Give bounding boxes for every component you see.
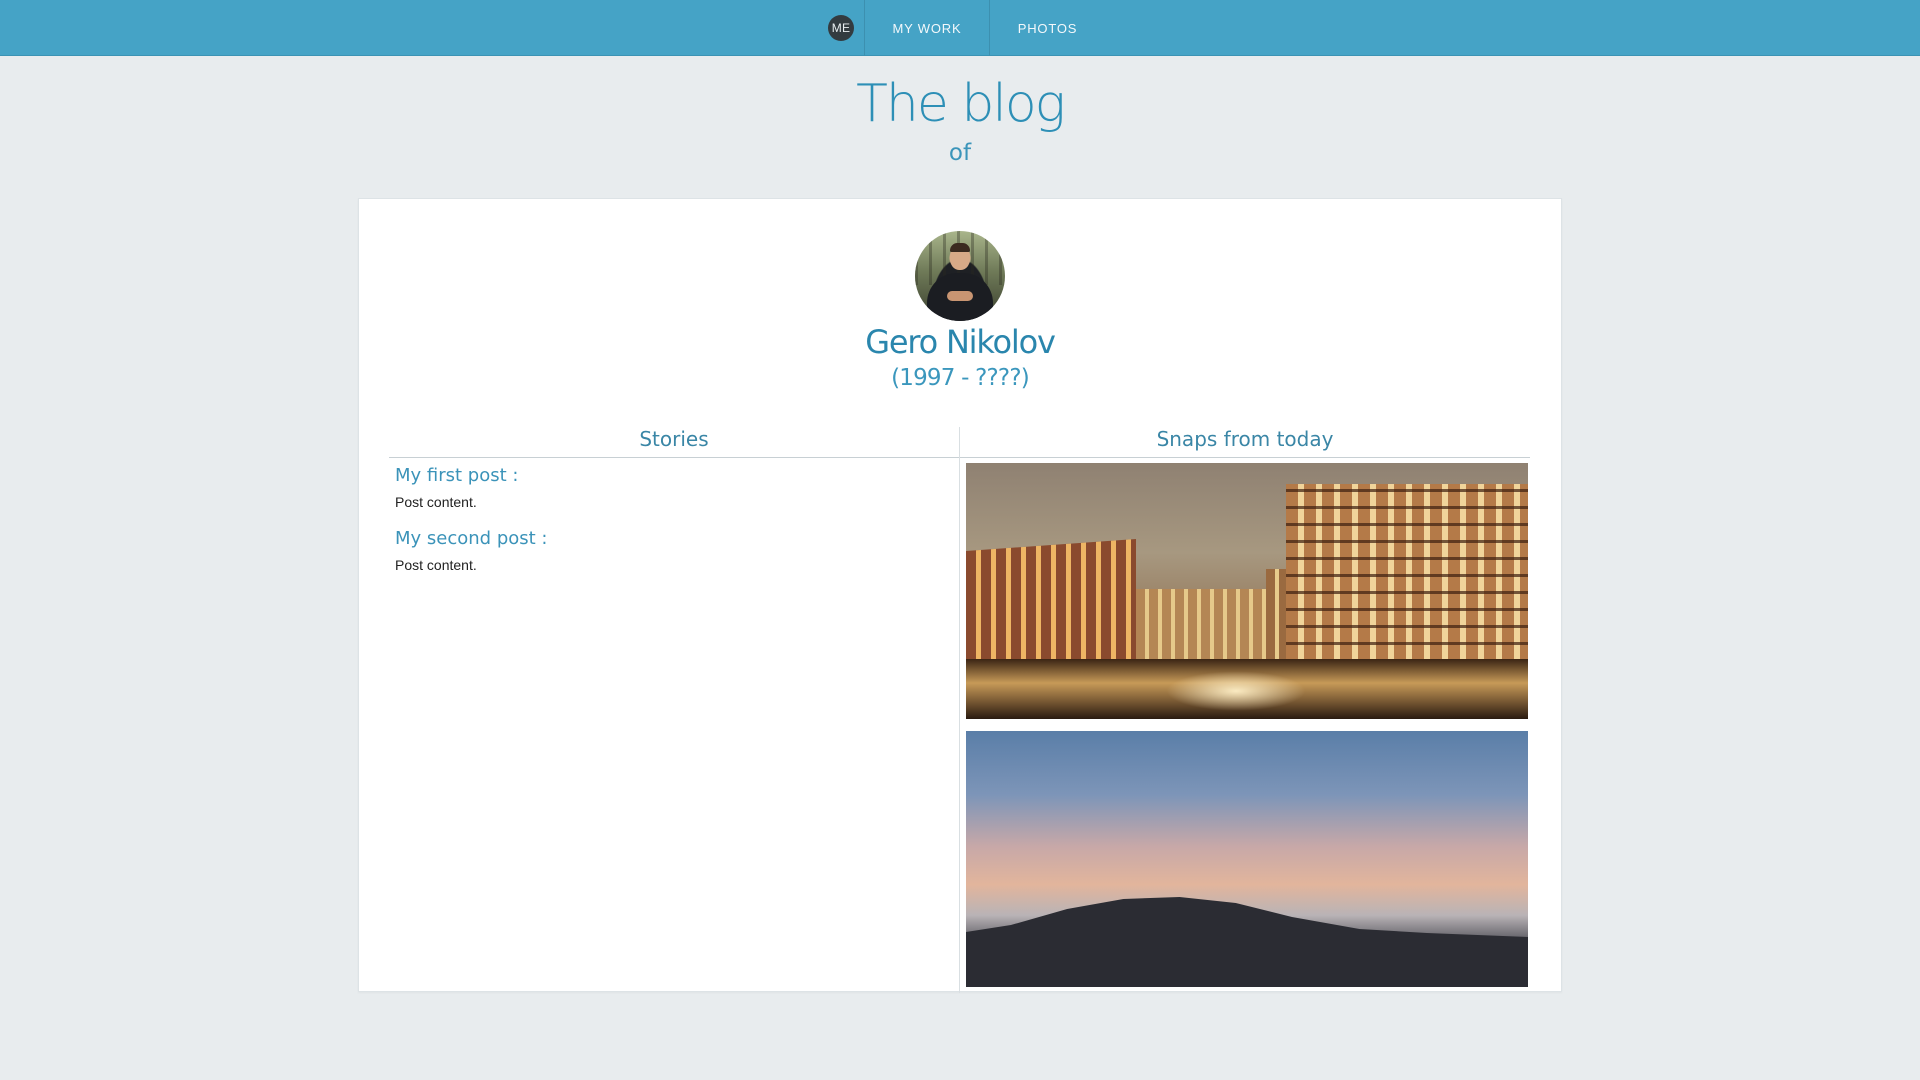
nav-link-my-work[interactable]: MY WORK [865, 0, 990, 56]
me-avatar-button[interactable]: ME [828, 15, 854, 41]
blog-title: The blog [856, 74, 1066, 134]
post-title[interactable]: My first post : [395, 465, 955, 487]
profile-years: (1997 - ????) [891, 365, 1030, 391]
post-item: My second post : Post content. [395, 528, 955, 574]
post-title[interactable]: My second post : [395, 528, 955, 550]
top-navbar: ME MY WORK PHOTOS [0, 0, 1920, 56]
snaps-heading: Snaps from today [1156, 427, 1334, 451]
profile-avatar [915, 231, 1005, 321]
avatar-hands [947, 291, 973, 301]
nav-me-item: ME [818, 0, 865, 56]
post-content: Post content. [395, 494, 477, 510]
profile-name: Gero Nikolov [865, 323, 1056, 361]
blog-subtitle: of [948, 140, 972, 166]
photo-mountain-silhouette [966, 897, 1528, 987]
snap-photo-city-night[interactable] [966, 463, 1528, 719]
avatar-hair [950, 243, 970, 252]
photo-light-glow [1166, 671, 1306, 711]
nav-link-photos[interactable]: PHOTOS [990, 0, 1105, 56]
stories-heading: Stories [639, 427, 709, 451]
photo-building [1136, 589, 1266, 659]
photo-building [966, 539, 1136, 659]
nav-menu: ME MY WORK PHOTOS [818, 0, 1105, 56]
photo-building [1286, 484, 1528, 659]
post-item: My first post : Post content. [395, 465, 955, 511]
post-content: Post content. [395, 557, 477, 573]
snap-photo-sunset-mountain[interactable] [966, 731, 1528, 987]
column-vertical-divider [959, 427, 960, 993]
profile-card: Gero Nikolov (1997 - ????) Stories Snaps… [358, 198, 1562, 993]
